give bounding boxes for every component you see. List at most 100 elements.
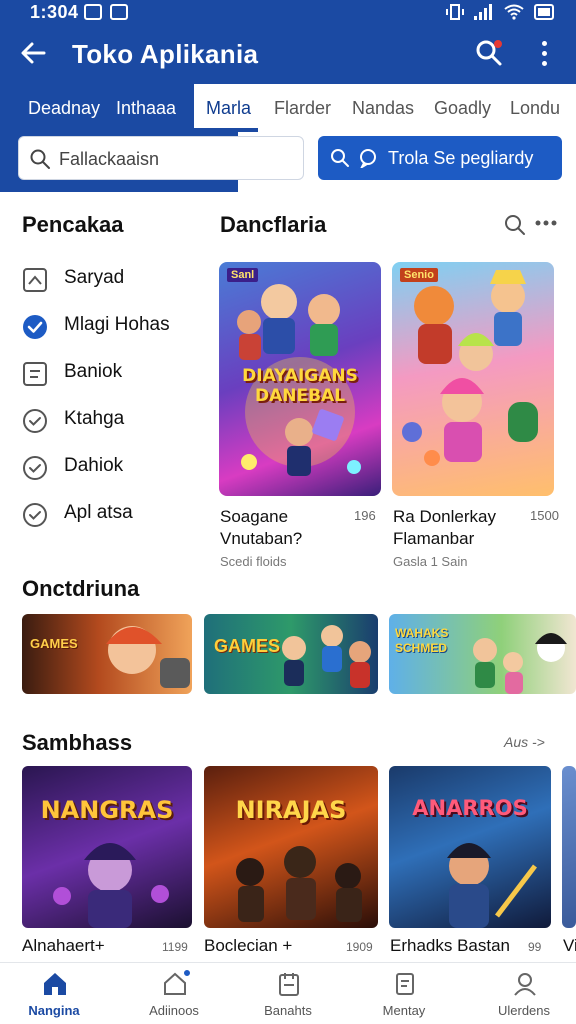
search-icon[interactable] [504,214,526,236]
notification-dot [494,40,502,48]
tab-inthaaa[interactable]: Inthaaa [116,98,176,119]
game-art-text: ANARROS [412,796,528,820]
featured-tools [504,214,560,236]
search-field[interactable] [18,136,304,180]
featured-card-badge: Senio [400,268,438,282]
category-label: Dahiok [64,455,124,476]
chat-bubble-icon [360,149,376,168]
check-circle-filled-icon [23,315,47,339]
more-options-icon[interactable] [532,38,556,68]
featured-card[interactable]: Senio [392,262,554,496]
home-icon [44,973,66,995]
featured-card-name[interactable]: Soagane Vnutaban? [220,506,350,550]
more-horizontal-icon[interactable] [534,218,558,228]
nav-item-home[interactable]: Nangina [6,971,102,1021]
featured-card-sub: Scedi floids [220,554,287,569]
image-icon [23,268,47,292]
featured-card-count: 196 [354,508,376,523]
category-label: Apl atsa [64,502,133,523]
category-label: Mlagi Hohas [64,314,170,335]
status-bar: 1:304 [0,0,576,26]
game-count: 1909 [346,940,373,954]
game-card[interactable]: ANARROS [389,766,551,928]
game-name[interactable]: Boclecian + [204,936,292,956]
nav-item-library[interactable]: Banahts [240,971,336,1021]
status-icons [446,3,554,21]
featured-card-badge: Sanl [227,268,259,282]
notification-dot [182,968,192,978]
page-title: Toko Aplikania [72,39,259,69]
game-card[interactable]: NANGRAS [22,766,192,928]
category-item[interactable]: Baniok [22,358,212,388]
tab-deadnay[interactable]: Deadnay [28,98,100,119]
banner-art-text: GAMES [214,636,281,656]
book-icon [396,973,414,995]
tab-goadly[interactable]: Goadly [434,98,491,119]
tab-londu[interactable]: Londu [510,98,560,119]
category-label: Baniok [64,361,123,382]
search-icon [30,149,50,169]
nav-label: Mentay [382,1003,426,1018]
game-card[interactable]: NIRAJAS [204,766,378,928]
featured-card[interactable]: Sanl DIAYAIGANS DANEBAL [219,262,381,496]
library-icon [279,973,299,996]
tab-marla[interactable]: Marla [206,98,251,119]
back-arrow-icon[interactable] [18,38,48,68]
game-card[interactable] [562,766,576,928]
tab-flarder[interactable]: Flarder [274,98,331,119]
nav-label: Ulerdens [497,1003,551,1018]
game-artwork [236,846,362,922]
category-item[interactable]: Saryad [22,264,212,294]
bottom-navigation: Nangina Adiinoos Banahts Mentay Ulerdens [0,962,576,1024]
cta-button[interactable]: Trola Se pegliardy [318,136,562,180]
check-circle-icon [23,503,47,527]
notification-image-icon [84,4,102,20]
cta-button-label: Trola Se pegliardy [388,148,534,168]
category-item[interactable]: Ktahga [22,405,212,435]
tab-bar: Deadnay Inthaaa Marla Flarder Nandas Goa… [0,84,576,132]
document-icon [23,362,47,386]
search-input[interactable] [59,145,295,173]
game-name[interactable]: Vi [563,936,576,956]
game-art-text: NANGRAS [40,796,174,824]
app-bar: Toko Aplikania [0,26,576,84]
banner-card[interactable]: GAMES [204,614,378,694]
category-label: Ktahga [64,408,125,429]
category-item[interactable]: Mlagi Hohas [22,311,212,341]
banners-title: Onctdriuna [22,576,140,601]
banner-art-text: GAMES [30,636,78,651]
search-button[interactable] [474,38,504,68]
battery-icon [534,4,554,20]
nav-item-updates[interactable]: Adiinoos [126,968,222,1021]
category-item[interactable]: Apl atsa [22,499,212,529]
game-name[interactable]: Alnahaert+ [22,936,105,956]
category-label: Saryad [64,267,125,288]
featured-card-name[interactable]: Ra Donlerkay Flamanbar [393,506,523,550]
game-name[interactable]: Erhadks Bastan [390,936,510,956]
game-art-text: NIRAJAS [235,796,347,824]
game-artwork [447,843,537,928]
banner-card[interactable]: WAHAKS SCHMED [389,614,576,694]
nav-label: Banahts [264,1003,312,1018]
signal-icon [474,4,494,20]
banner-artwork [106,626,190,688]
category-item[interactable]: Dahiok [22,452,212,482]
wifi-icon [504,4,524,20]
nav-item-profile[interactable]: Ulerdens [476,971,572,1021]
nav-item-book[interactable]: Mentay [356,971,452,1021]
see-all-link[interactable]: Aus -> [504,734,545,750]
featured-card-art-text: DIAYAIGANS DANEBAL [242,366,358,406]
games-title: Sambhass [22,730,133,755]
tab-nandas[interactable]: Nandas [352,98,414,119]
vibrate-icon [446,4,464,20]
game-artwork [53,843,169,928]
status-time: 1:304 [30,2,79,22]
game-count: 99 [528,940,542,954]
game-count: 1199 [162,940,188,954]
search-icon [331,149,349,167]
banner-card[interactable]: GAMES [22,614,192,694]
featured-card-sub: Gasla 1 Sain [393,554,468,569]
featured-title: Dancflaria [220,212,327,237]
nav-label: Nangina [28,1003,80,1018]
banner-art-text: WAHAKS SCHMED [395,626,449,655]
